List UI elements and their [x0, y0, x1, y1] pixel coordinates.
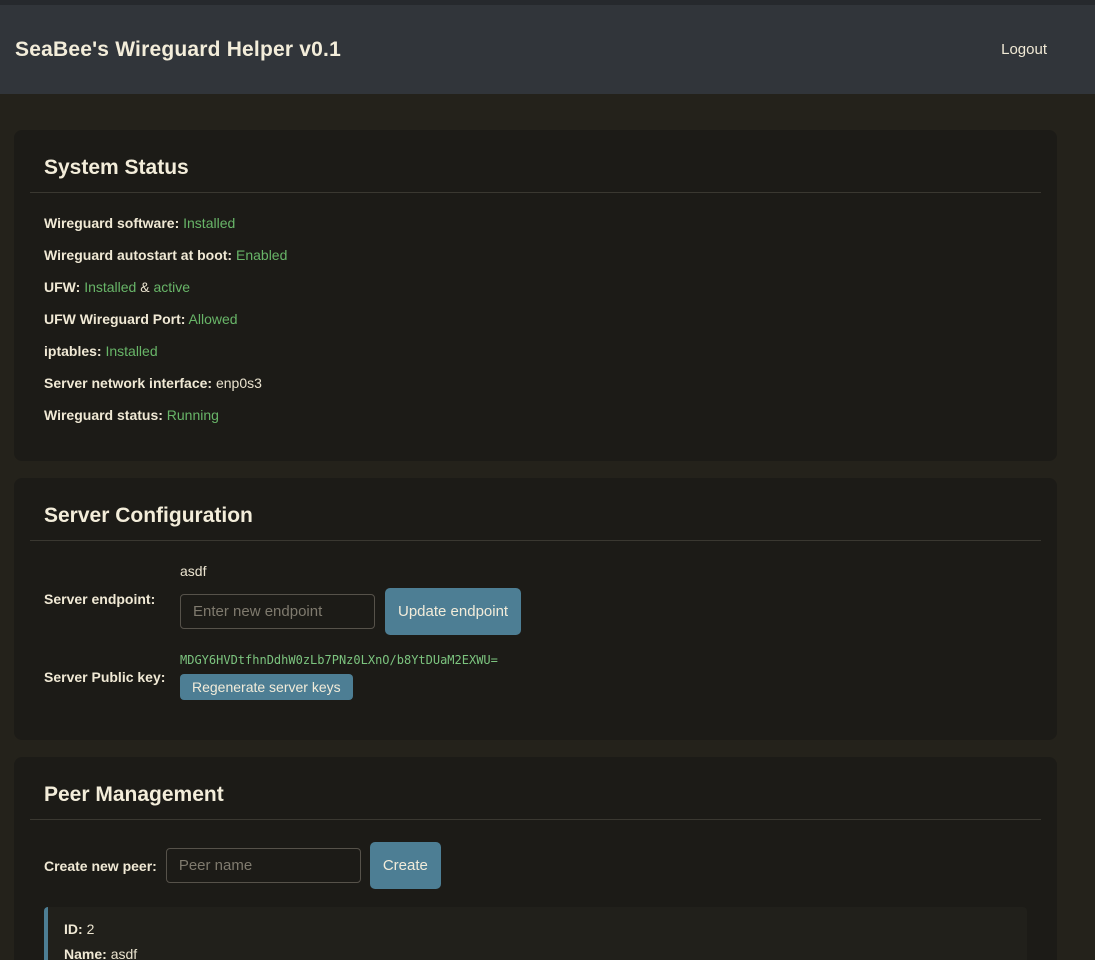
create-peer-label: Create new peer:: [44, 858, 157, 874]
status-row-iptables: iptables: Installed: [44, 343, 1027, 359]
status-value-2: active: [153, 279, 190, 295]
system-status-card: System Status Wireguard software: Instal…: [14, 130, 1057, 461]
status-label: UFW:: [44, 279, 80, 295]
status-value: Installed: [105, 343, 157, 359]
status-row-network-interface: Server network interface: enp0s3: [44, 375, 1027, 391]
status-label: Server network interface:: [44, 375, 212, 391]
status-separator: &: [136, 279, 153, 295]
status-row-autostart: Wireguard autostart at boot: Enabled: [44, 247, 1027, 263]
server-endpoint-controls: asdf Update endpoint: [180, 563, 521, 635]
update-endpoint-button[interactable]: Update endpoint: [385, 588, 521, 635]
server-configuration-title: Server Configuration: [44, 504, 1041, 528]
endpoint-input[interactable]: [180, 594, 375, 629]
server-public-key-label: Server Public key:: [44, 669, 180, 685]
server-configuration-card: Server Configuration Server endpoint: as…: [14, 478, 1057, 740]
status-row-ufw-port: UFW Wireguard Port: Allowed: [44, 311, 1027, 327]
status-value: Allowed: [189, 311, 238, 327]
peer-name-input[interactable]: [166, 848, 361, 883]
status-label: UFW Wireguard Port:: [44, 311, 185, 327]
create-peer-button[interactable]: Create: [370, 842, 441, 889]
regenerate-server-keys-button[interactable]: Regenerate server keys: [180, 674, 353, 700]
status-label: Wireguard autostart at boot:: [44, 247, 232, 263]
app-title: SeaBee's Wireguard Helper v0.1: [15, 38, 341, 62]
peer-id-label: ID:: [64, 921, 83, 937]
peer-name-value: asdf: [111, 946, 137, 960]
peer-id-line: ID: 2: [64, 921, 1011, 938]
section-divider: [30, 192, 1041, 193]
status-value: Installed: [84, 279, 136, 295]
logout-link[interactable]: Logout: [1001, 41, 1047, 58]
peer-name-label: Name:: [64, 946, 107, 960]
status-row-ufw: UFW: Installed & active: [44, 279, 1027, 295]
peer-list-item: ID: 2 Name: asdf Public Key: ckyOHj5Bk87…: [44, 907, 1027, 960]
page-body: System Status Wireguard software: Instal…: [0, 94, 1095, 960]
status-value: Installed: [183, 215, 235, 231]
status-label: Wireguard software:: [44, 215, 179, 231]
status-row-wireguard-software: Wireguard software: Installed: [44, 215, 1027, 231]
peer-name-line: Name: asdf: [64, 946, 1011, 960]
status-label: iptables:: [44, 343, 102, 359]
server-public-key-controls: MDGY6HVDtfhnDdhW0zLb7PNz0LXnO/b8YtDUaM2E…: [180, 653, 498, 700]
section-divider: [30, 819, 1041, 820]
create-peer-row: Create new peer: Create: [44, 842, 1027, 889]
status-label: Wireguard status:: [44, 407, 163, 423]
status-value: Running: [167, 407, 219, 423]
status-row-wireguard-status: Wireguard status: Running: [44, 407, 1027, 423]
peer-id-value: 2: [87, 921, 95, 937]
status-value: Enabled: [236, 247, 287, 263]
peer-management-title: Peer Management: [44, 783, 1041, 807]
server-public-key-row: Server Public key: MDGY6HVDtfhnDdhW0zLb7…: [44, 653, 1027, 700]
server-public-key-value: MDGY6HVDtfhnDdhW0zLb7PNz0LXnO/b8YtDUaM2E…: [180, 653, 498, 667]
system-status-title: System Status: [44, 156, 1041, 180]
server-endpoint-label: Server endpoint:: [44, 591, 180, 607]
status-value: enp0s3: [216, 375, 262, 391]
app-header: SeaBee's Wireguard Helper v0.1 Logout: [0, 5, 1095, 94]
peer-management-card: Peer Management Create new peer: Create …: [14, 757, 1057, 960]
server-endpoint-row: Server endpoint: asdf Update endpoint: [44, 563, 1027, 635]
section-divider: [30, 540, 1041, 541]
server-endpoint-current-value: asdf: [180, 563, 521, 579]
